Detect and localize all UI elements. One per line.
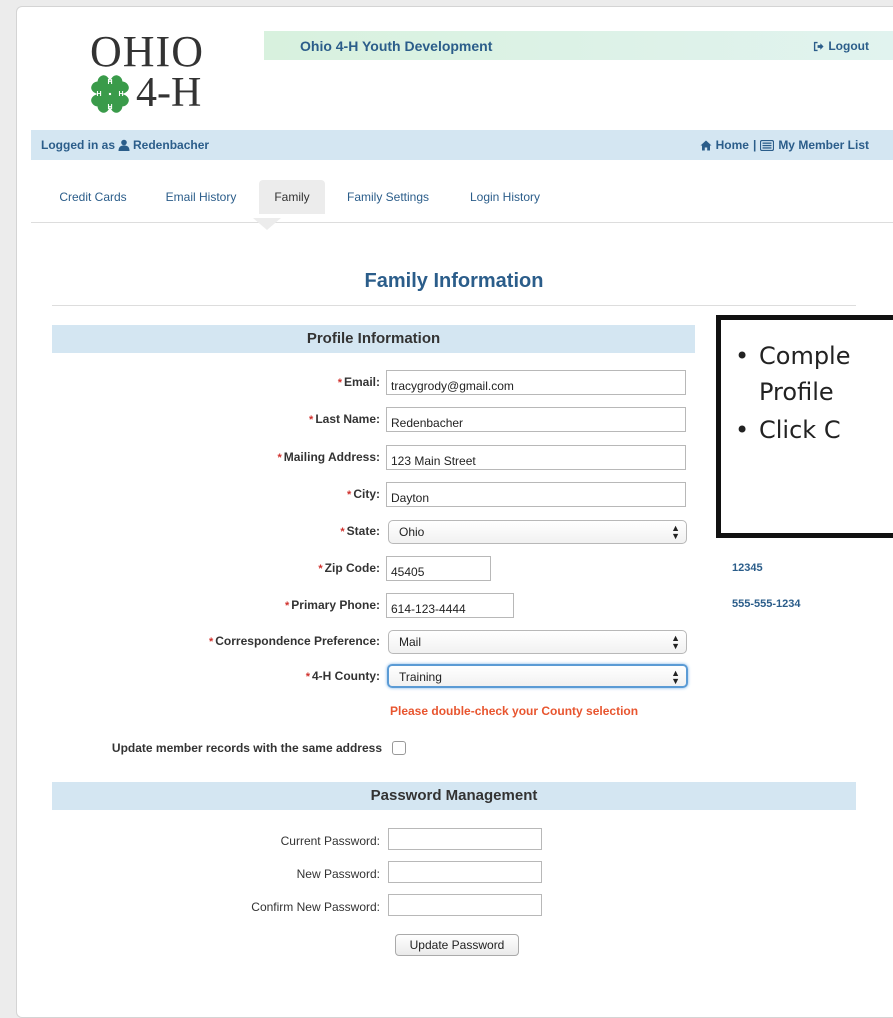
username: Redenbacher xyxy=(133,138,210,152)
required-marker: * xyxy=(337,377,342,389)
active-tab-pointer xyxy=(253,218,281,230)
required-marker: * xyxy=(309,414,314,426)
required-marker: * xyxy=(285,600,290,612)
required-marker: * xyxy=(305,671,310,683)
user-icon xyxy=(118,139,130,151)
county-label-text: 4-H County: xyxy=(312,669,380,683)
confirm-password-label: Confirm New Password: xyxy=(251,900,380,914)
profile-section-header: Profile Information xyxy=(52,325,695,353)
new-password-field[interactable] xyxy=(388,861,542,883)
state-label-text: State: xyxy=(346,524,380,538)
phone-field[interactable]: 614-123-4444 xyxy=(386,593,514,618)
zip-side-value: 12345 xyxy=(732,562,763,574)
logged-in-status: Logged in as Redenbacher xyxy=(41,138,209,152)
county-select-value: Training xyxy=(399,670,442,684)
site-title: Ohio 4-H Youth Development xyxy=(300,38,493,54)
tab-bar: Credit Cards Email History Family Family… xyxy=(31,180,893,223)
update-password-button[interactable]: Update Password xyxy=(395,934,519,956)
member-list-link[interactable]: My Member List xyxy=(778,138,869,152)
phone-label-text: Primary Phone: xyxy=(291,598,380,612)
city-label-text: City: xyxy=(353,487,380,501)
tab-email-history[interactable]: Email History xyxy=(155,180,247,214)
login-bar: Logged in as Redenbacher Home | My Membe… xyxy=(31,130,893,160)
select-arrows-icon: ▲ ▼ xyxy=(671,668,680,686)
city-field[interactable]: Dayton xyxy=(386,482,686,507)
email-label: * Email: xyxy=(140,375,380,389)
svg-text:H: H xyxy=(107,79,112,86)
home-link[interactable]: Home xyxy=(716,138,749,152)
city-label: * City: xyxy=(140,487,380,501)
state-select[interactable]: Ohio ▲ ▼ xyxy=(388,520,687,544)
ohio-4h-logo[interactable]: OHIO HHHH 4-H xyxy=(74,30,224,120)
required-marker: * xyxy=(347,489,352,501)
callout-line-1: Comple xyxy=(759,342,851,370)
logout-link[interactable]: Logout xyxy=(813,39,869,53)
county-label: * 4-H County: xyxy=(140,669,380,683)
zip-label: * Zip Code: xyxy=(140,561,380,575)
current-password-field[interactable] xyxy=(388,828,542,850)
mailing-address-field[interactable]: 123 Main Street xyxy=(386,445,686,470)
callout-bullet: • xyxy=(735,342,750,370)
logged-in-prefix: Logged in as xyxy=(41,138,116,152)
top-nav: Home | My Member List xyxy=(700,138,869,152)
tab-login-history[interactable]: Login History xyxy=(457,180,553,214)
required-marker: * xyxy=(277,452,282,464)
logo-ohio-text: OHIO xyxy=(90,27,204,76)
current-password-label: Current Password: xyxy=(280,834,380,848)
zip-field[interactable]: 45405 xyxy=(386,556,491,581)
phone-label: * Primary Phone: xyxy=(140,598,380,612)
tab-family[interactable]: Family xyxy=(259,180,325,214)
tab-family-settings[interactable]: Family Settings xyxy=(337,180,439,214)
update-member-checkbox[interactable] xyxy=(392,741,406,755)
tab-credit-cards[interactable]: Credit Cards xyxy=(45,180,141,214)
svg-text:H: H xyxy=(118,91,123,98)
sign-out-icon xyxy=(814,41,824,51)
svg-text:H: H xyxy=(107,104,112,111)
page-title: Family Information xyxy=(364,270,544,292)
required-marker: * xyxy=(340,526,345,538)
select-arrows-icon: ▲ ▼ xyxy=(671,523,680,541)
new-password-label: New Password: xyxy=(296,867,380,881)
required-marker: * xyxy=(318,563,323,575)
state-select-value: Ohio xyxy=(399,525,425,539)
nav-separator: | xyxy=(752,138,757,152)
title-divider xyxy=(52,305,856,306)
callout-bullet: • xyxy=(735,416,750,444)
mailing-address-label: * Mailing Address: xyxy=(140,450,380,464)
svg-text:H: H xyxy=(96,91,101,98)
home-icon xyxy=(700,140,712,150)
phone-side-value: 555-555-1234 xyxy=(732,598,801,610)
correspondence-select[interactable]: Mail ▲ ▼ xyxy=(388,630,687,654)
instruction-callout: • Comple Profile • Click C xyxy=(716,315,893,538)
correspondence-label-text: Correspondence Preference: xyxy=(215,634,380,648)
county-select[interactable]: Training ▲ ▼ xyxy=(387,664,688,688)
password-section-header: Password Management xyxy=(52,782,856,810)
required-marker: * xyxy=(208,636,214,648)
email-field[interactable]: tracygrody@gmail.com xyxy=(386,370,686,395)
last-name-label: * Last Name: xyxy=(140,412,380,426)
state-label: * State: xyxy=(140,524,380,538)
site-header-bar: Ohio 4-H Youth Development Logout xyxy=(264,31,893,60)
update-member-label: Update member records with the same addr… xyxy=(111,741,382,755)
clover-icon: HHHH xyxy=(91,75,129,113)
last-name-label-text: Last Name: xyxy=(315,412,380,426)
callout-line-2: Profile xyxy=(759,378,834,406)
logout-label: Logout xyxy=(828,39,869,53)
confirm-password-field[interactable] xyxy=(388,894,542,916)
zip-label-text: Zip Code: xyxy=(324,561,380,575)
select-arrows-icon: ▲ ▼ xyxy=(671,633,680,651)
correspondence-label: * Correspondence Preference: xyxy=(140,634,380,648)
list-icon xyxy=(760,139,775,151)
county-warning: Please double-check your County selectio… xyxy=(390,704,639,718)
last-name-field[interactable]: Redenbacher xyxy=(386,407,686,432)
logo-4h-text: 4-H xyxy=(136,70,202,116)
callout-line-3: Click C xyxy=(759,416,841,444)
correspondence-select-value: Mail xyxy=(399,635,422,649)
mailing-address-label-text: Mailing Address: xyxy=(283,450,380,464)
email-label-text: Email: xyxy=(343,375,380,389)
